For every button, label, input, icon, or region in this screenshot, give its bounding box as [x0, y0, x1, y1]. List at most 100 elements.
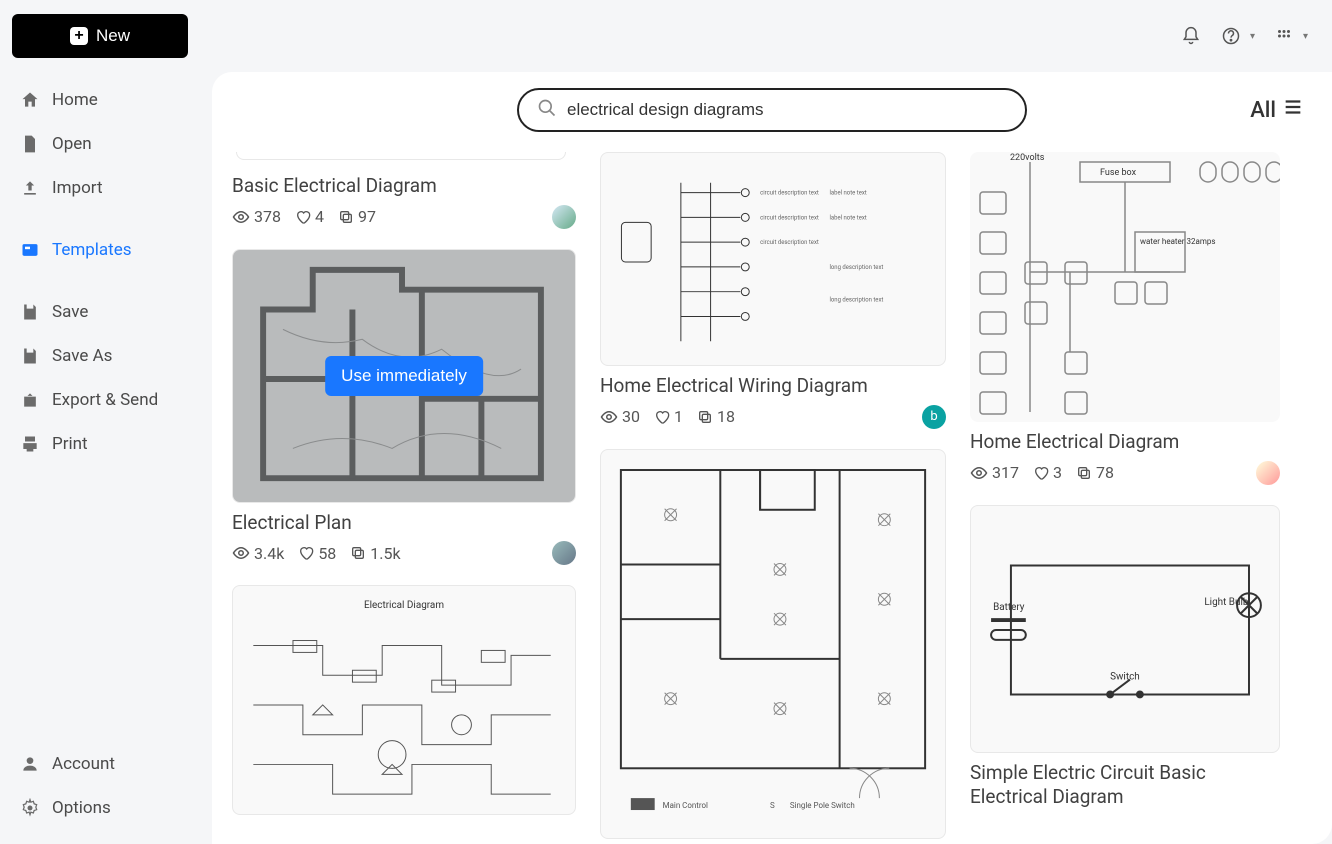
- likes-count: 4: [295, 207, 324, 226]
- card-thumb: Electrical Diagram: [232, 585, 576, 815]
- sidebar-item-save[interactable]: Save: [12, 290, 200, 334]
- apps-icon[interactable]: [1273, 25, 1295, 47]
- views-count: 317: [970, 463, 1019, 482]
- copies-count: 18: [697, 407, 735, 426]
- sidebar-item-label: Save: [52, 302, 88, 322]
- sidebar-item-print[interactable]: Print: [12, 422, 200, 466]
- new-button[interactable]: + New: [12, 14, 188, 58]
- author-avatar[interactable]: [552, 541, 576, 565]
- svg-text:circuit description text: circuit description text: [760, 214, 819, 221]
- sidebar-item-export[interactable]: Export & Send: [12, 378, 200, 422]
- sidebar-item-import[interactable]: Import: [12, 166, 200, 210]
- filter-all[interactable]: All: [1250, 96, 1304, 124]
- new-button-label: New: [96, 26, 130, 46]
- template-card-plan[interactable]: Use immediately Electrical Plan 3.4k 58 …: [232, 249, 576, 566]
- svg-text:label note text: label note text: [829, 190, 866, 197]
- template-card-basic[interactable]: Basic Electrical Diagram 378 4 97: [232, 152, 576, 229]
- likes-count: 3: [1033, 463, 1062, 482]
- templates-icon: [20, 240, 40, 260]
- author-avatar[interactable]: [552, 205, 576, 229]
- export-icon: [20, 390, 40, 410]
- template-card-wiring[interactable]: circuit description text circuit descrip…: [600, 152, 946, 429]
- svg-text:Switch: Switch: [1110, 671, 1140, 682]
- likes-count: 1: [654, 407, 683, 426]
- template-grid: Basic Electrical Diagram 378 4 97: [232, 152, 1312, 839]
- sidebar-item-options[interactable]: Options: [12, 786, 200, 830]
- sidebar-item-home[interactable]: Home: [12, 78, 200, 122]
- file-icon: [20, 134, 40, 154]
- topbar: ▾ ▾: [212, 0, 1332, 72]
- sidebar-item-open[interactable]: Open: [12, 122, 200, 166]
- sidebar-item-label: Open: [52, 134, 92, 154]
- svg-text:Battery: Battery: [993, 602, 1025, 613]
- card-title: Basic Electrical Diagram: [232, 174, 576, 199]
- filter-label: All: [1250, 98, 1276, 123]
- template-card-simple[interactable]: Battery Light Bulb Switch Simple Electri…: [970, 505, 1280, 810]
- card-title: Electrical Plan: [232, 511, 576, 536]
- template-card-floorplan[interactable]: Main Control S Single Pole Switch: [600, 449, 946, 839]
- card-thumb: Battery Light Bulb Switch: [970, 505, 1280, 753]
- search-input[interactable]: [567, 100, 1007, 120]
- card-thumb: Use immediately: [232, 249, 576, 503]
- content: All Basic Electrical Diagram 378 4 97: [212, 72, 1332, 844]
- import-icon: [20, 178, 40, 198]
- svg-text:Electrical Diagram: Electrical Diagram: [364, 600, 444, 611]
- likes-count: 58: [298, 544, 336, 563]
- sidebar-item-label: Options: [52, 798, 111, 818]
- card-thumb: 220volts Fuse box water heater 32amps: [970, 152, 1280, 422]
- save-icon: [20, 302, 40, 322]
- print-icon: [20, 434, 40, 454]
- sidebar: + New Home Open Import Templates: [0, 0, 212, 844]
- svg-text:label note text: label note text: [829, 214, 866, 221]
- plus-icon: +: [70, 27, 88, 45]
- apps-caret-icon[interactable]: ▾: [1303, 31, 1308, 42]
- views-count: 30: [600, 407, 640, 426]
- svg-text:long description text: long description text: [829, 264, 883, 271]
- sidebar-item-label: Templates: [52, 240, 132, 260]
- copies-count: 1.5k: [350, 544, 400, 563]
- bell-icon[interactable]: [1180, 25, 1202, 47]
- svg-text:Fuse box: Fuse box: [1100, 168, 1137, 178]
- card-meta: 378 4 97: [232, 205, 576, 229]
- svg-text:circuit description text: circuit description text: [760, 239, 819, 246]
- sidebar-item-saveas[interactable]: Save As: [12, 334, 200, 378]
- use-immediately-button[interactable]: Use immediately: [325, 356, 483, 396]
- help-icon[interactable]: [1220, 25, 1242, 47]
- svg-text:Main Control: Main Control: [663, 801, 708, 810]
- card-thumb: Main Control S Single Pole Switch: [600, 449, 946, 839]
- saveas-icon: [20, 346, 40, 366]
- search-row: All: [232, 88, 1312, 132]
- partial-thumb: [236, 152, 566, 160]
- help-caret-icon[interactable]: ▾: [1250, 31, 1255, 42]
- main: ▾ ▾ All Basic Electr: [212, 0, 1332, 844]
- gear-icon: [20, 798, 40, 818]
- nav-list-bottom: Account Options: [12, 742, 200, 830]
- grid-col-3: 220volts Fuse box water heater 32amps Ho…: [970, 152, 1280, 839]
- account-icon: [20, 754, 40, 774]
- sidebar-item-account[interactable]: Account: [12, 742, 200, 786]
- sidebar-item-label: Import: [52, 178, 103, 198]
- card-title: Home Electrical Wiring Diagram: [600, 374, 946, 399]
- home-icon: [20, 90, 40, 110]
- template-card-home[interactable]: 220volts Fuse box water heater 32amps Ho…: [970, 152, 1280, 485]
- sidebar-item-label: Save As: [52, 346, 112, 366]
- svg-text:Light Bulb: Light Bulb: [1204, 597, 1249, 608]
- sidebar-item-templates[interactable]: Templates: [12, 228, 200, 272]
- svg-text:circuit description text: circuit description text: [760, 190, 819, 197]
- author-avatar[interactable]: [1256, 461, 1280, 485]
- card-meta: 317 3 78: [970, 461, 1280, 485]
- card-title: Home Electrical Diagram: [970, 430, 1280, 455]
- sidebar-item-label: Export & Send: [52, 390, 158, 410]
- search-box[interactable]: [517, 88, 1027, 132]
- template-card-schematic[interactable]: Electrical Diagram: [232, 585, 576, 815]
- card-title: Simple Electric Circuit Basic Electrical…: [970, 761, 1280, 810]
- svg-text:water heater 32amps: water heater 32amps: [1140, 237, 1215, 246]
- svg-text:S: S: [770, 801, 775, 810]
- svg-text:220volts: 220volts: [1010, 153, 1045, 163]
- author-avatar[interactable]: b: [922, 405, 946, 429]
- views-count: 3.4k: [232, 544, 284, 563]
- card-meta: 3.4k 58 1.5k: [232, 541, 576, 565]
- nav-list: Home Open Import: [12, 78, 200, 210]
- svg-text:long description text: long description text: [829, 297, 883, 304]
- app-root: + New Home Open Import Templates: [0, 0, 1332, 844]
